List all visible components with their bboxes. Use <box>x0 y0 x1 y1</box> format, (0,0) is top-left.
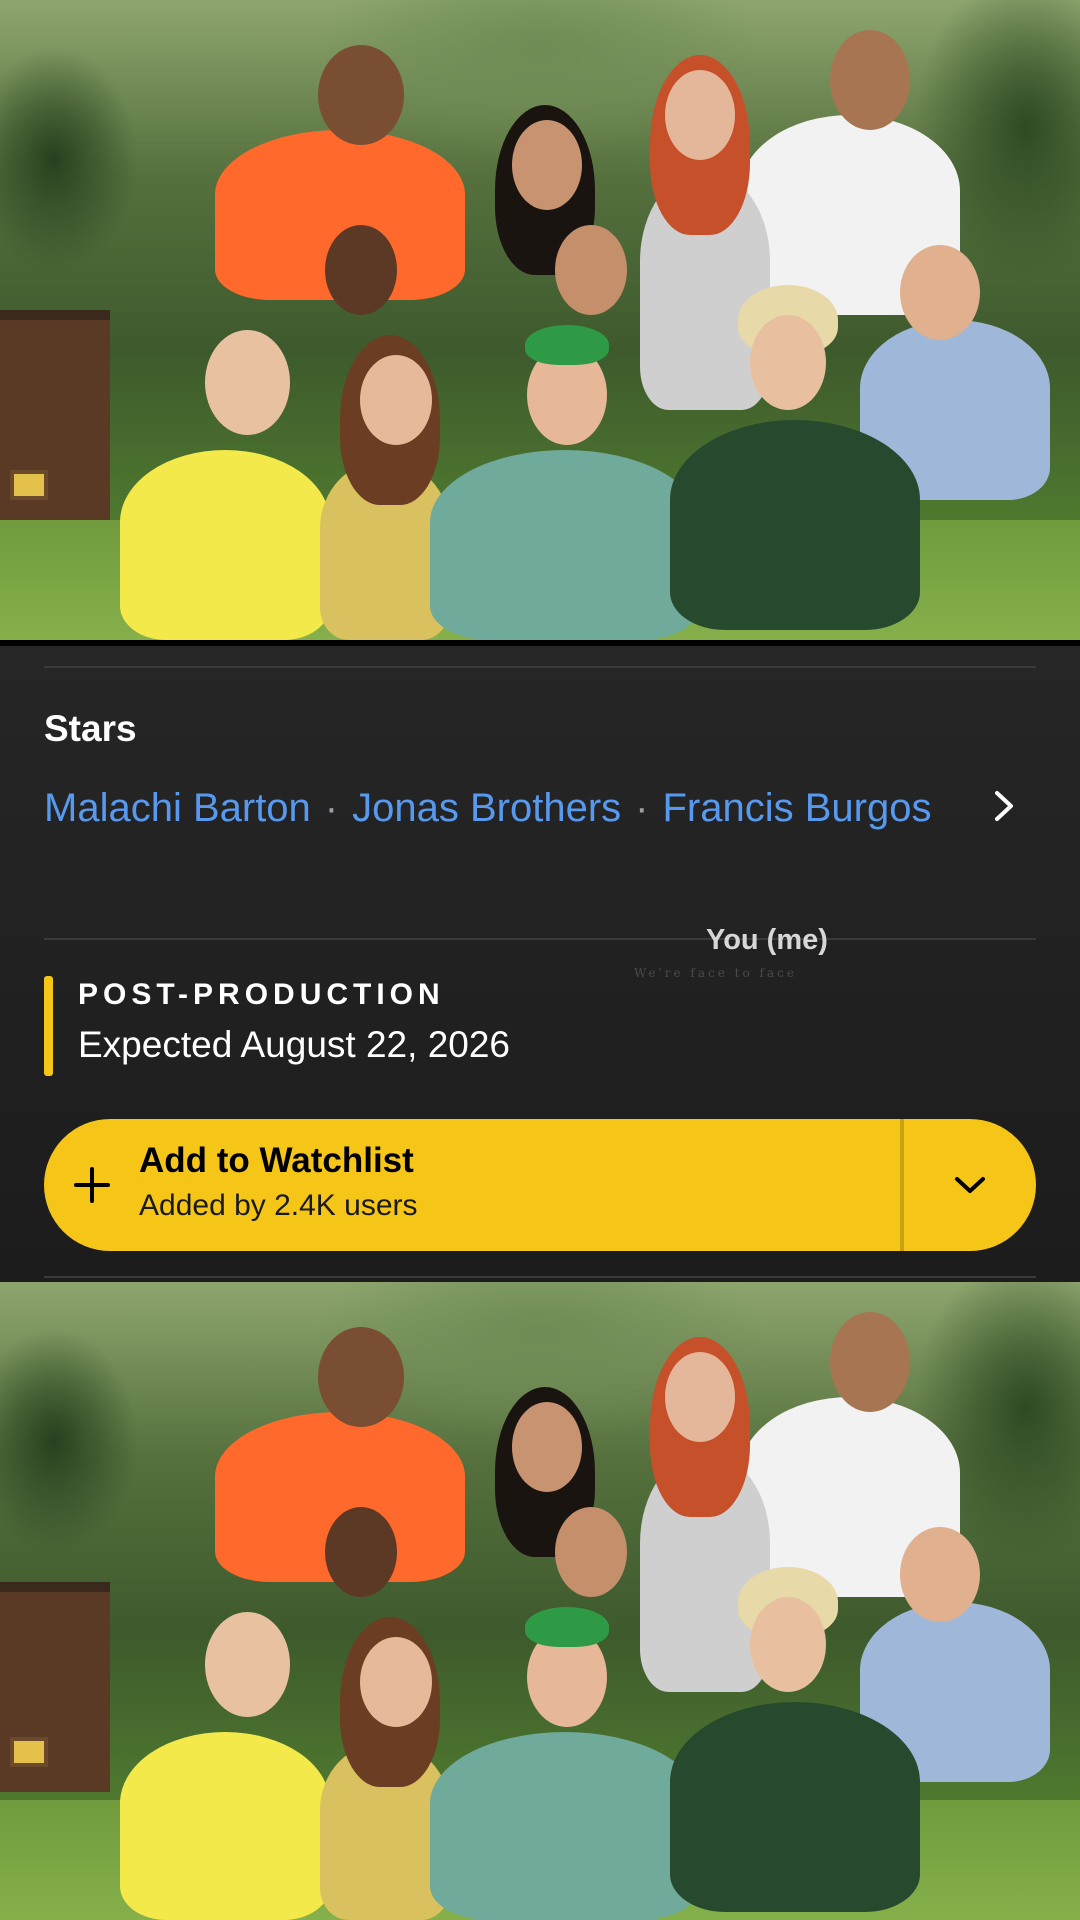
person-head <box>665 1352 735 1442</box>
divider <box>44 938 1036 940</box>
person-green-jacket <box>670 1702 920 1912</box>
person-head <box>555 1507 627 1597</box>
separator-dot: · <box>324 786 339 830</box>
person-head <box>318 1327 404 1427</box>
person-head <box>750 315 826 410</box>
person-head <box>318 45 404 145</box>
person-head <box>325 1507 397 1597</box>
watchlist-dropdown-button[interactable] <box>904 1119 1036 1251</box>
person-green-striped-shirt <box>430 450 700 640</box>
cabin-window <box>10 470 48 500</box>
screen: Stars Malachi Barton · Jonas Brothers · Fran… <box>0 0 1080 1920</box>
status-accent-bar <box>44 976 53 1076</box>
person-head <box>360 1637 432 1727</box>
divider <box>44 666 1036 668</box>
person-head <box>900 245 980 340</box>
person-head <box>512 1402 582 1492</box>
cabin <box>0 310 110 530</box>
person-head <box>205 330 290 435</box>
star-link-jonas-brothers[interactable]: Jonas Brothers <box>352 786 621 830</box>
person-head <box>512 120 582 210</box>
add-to-watchlist-button[interactable]: Add to Watchlist Added by 2.4K users <box>44 1119 900 1251</box>
cabin-window <box>10 1737 48 1767</box>
group-photo-bottom <box>0 1282 1080 1920</box>
expected-release-date: Expected August 22, 2026 <box>78 1024 511 1065</box>
stars-list: Malachi Barton · Jonas Brothers · Francis Bu… <box>44 774 954 842</box>
person-green-striped-shirt <box>430 1732 700 1920</box>
production-status: POST-PRODUCTION <box>78 978 445 1011</box>
green-cap <box>525 325 609 365</box>
title-info-card: Stars Malachi Barton · Jonas Brothers · Fran… <box>0 640 1080 1282</box>
person-head <box>830 30 910 130</box>
person-head <box>360 355 432 445</box>
cabin <box>0 1582 110 1792</box>
person-head <box>205 1612 290 1717</box>
separator-dot: · <box>635 786 649 830</box>
person-head <box>325 225 397 315</box>
stars-chevron-right-icon[interactable] <box>986 786 1022 826</box>
person-green-jacket <box>670 420 920 630</box>
chevron-down-icon <box>955 1177 985 1193</box>
person-head <box>900 1527 980 1622</box>
person-head <box>665 70 735 160</box>
watchlist-button-group: Add to Watchlist Added by 2.4K users <box>44 1119 1036 1251</box>
stars-heading: Stars <box>44 708 137 749</box>
overlay-subcaption: We're face to face <box>634 966 797 980</box>
person-head <box>555 225 627 315</box>
person-head <box>750 1597 826 1692</box>
person-yellow-jersey <box>120 450 330 640</box>
person-head <box>830 1312 910 1412</box>
group-photo-top <box>0 0 1080 640</box>
plus-icon <box>72 1165 112 1205</box>
watchlist-count: Added by 2.4K users <box>139 1189 418 1222</box>
watchlist-label: Add to Watchlist <box>139 1141 414 1180</box>
overlay-caption: You (me) <box>706 924 828 956</box>
divider <box>44 1276 1036 1278</box>
star-link-malachi-barton[interactable]: Malachi Barton <box>44 786 311 830</box>
person-yellow-jersey <box>120 1732 330 1920</box>
green-cap <box>525 1607 609 1647</box>
star-link-francis-burgos[interactable]: Francis Burgos <box>662 786 931 830</box>
